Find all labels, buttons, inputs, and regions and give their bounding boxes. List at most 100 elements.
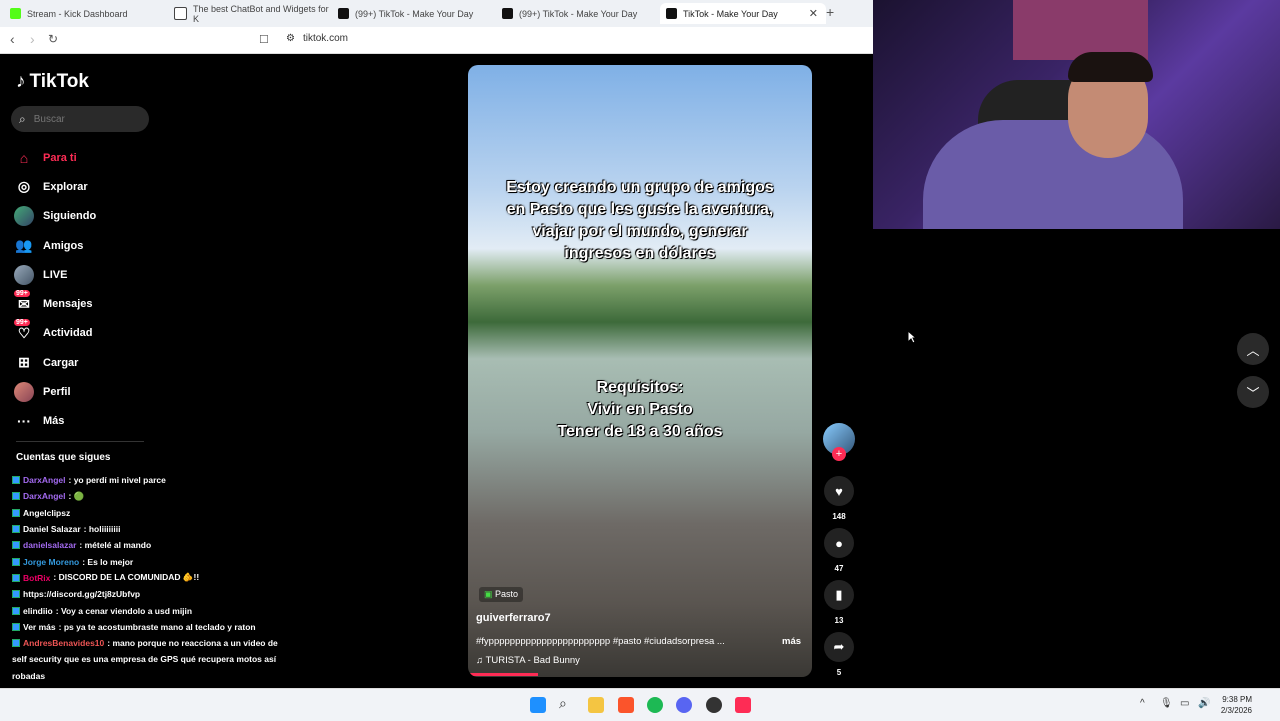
brave-browser-icon[interactable] <box>618 697 634 713</box>
like-count: 148 <box>832 512 846 521</box>
browser-tab[interactable]: (99+) TikTok - Make Your Day <box>498 3 662 24</box>
sidebar-item-mensajes[interactable]: ✉ 99+ Mensajes <box>14 289 154 318</box>
url-text: tiktok.com <box>302 33 348 44</box>
share-count: 5 <box>836 668 842 677</box>
chat-badge-icon <box>12 573 20 582</box>
heart-icon[interactable]: ♥ <box>824 476 854 506</box>
video-player[interactable]: Estoy creando un grupo de amigos en Past… <box>468 65 812 677</box>
tab-label: The best ChatBot and Widgets for K <box>193 3 329 24</box>
chevron-up-icon: ︿ <box>1246 342 1260 358</box>
search-box[interactable]: ⌕ <box>11 106 149 132</box>
chat-message: elindiio : Voy a cenar viendolo a usd mi… <box>12 602 312 618</box>
chat-message: Jorge Moreno : Es lo mejor <box>12 553 312 569</box>
chat-message: Angelclipsz <box>12 505 312 521</box>
music-note-icon: ♫ <box>476 655 484 666</box>
tiktok-logo[interactable]: ♪ TikTok <box>16 71 89 93</box>
tiktok-icon <box>666 8 677 19</box>
sidebar-item-siguiendo[interactable]: Siguiendo <box>14 202 154 231</box>
tab-label: Stream - Kick Dashboard <box>27 8 128 19</box>
back-icon[interactable]: ‹ <box>10 31 15 47</box>
creator-avatar[interactable]: + <box>823 423 855 461</box>
tiktok-icon <box>502 8 513 19</box>
previous-video-button[interactable]: ︿ <box>1237 333 1269 365</box>
microphone-icon[interactable]: 🎙 <box>1160 698 1173 709</box>
follow-plus-icon[interactable]: + <box>832 447 846 461</box>
forward-icon[interactable]: › <box>30 31 35 47</box>
address-bar[interactable]: ⚙ tiktok.com <box>286 33 348 44</box>
video-actions: + <box>822 423 856 461</box>
sidebar-item-amigos[interactable]: 👥 Amigos <box>14 231 154 260</box>
more-link[interactable]: más <box>782 636 801 647</box>
browser-tab[interactable]: (99+) TikTok - Make Your Day <box>334 3 498 24</box>
like-action: ♥ 148 <box>822 476 856 521</box>
home-icon: ⌂ <box>19 149 29 166</box>
chat-message: https://discord.gg/2tj8zUbfvp <box>12 586 312 602</box>
volume-icon[interactable]: 🔊 <box>1198 698 1210 709</box>
chat-badge-icon <box>12 525 20 534</box>
file-explorer-icon[interactable] <box>588 697 604 713</box>
tab-label: TikTok - Make Your Day <box>683 8 778 19</box>
location-tag[interactable]: ▣ Pasto <box>479 587 524 602</box>
chat-message: Ver más : ps ya te acostumbraste mano al… <box>12 619 312 635</box>
windows-start-icon[interactable] <box>530 697 546 713</box>
browser-nav-bar: ‹ › ↻ ☐ ⚙ tiktok.com <box>0 27 873 54</box>
notification-badge: 99+ <box>14 319 30 327</box>
chat-message: Daniel Salazar : holiiiiiiii <box>12 521 312 537</box>
share-icon[interactable]: ➦ <box>824 632 854 662</box>
share-action: ➦ 5 <box>822 632 856 677</box>
obs-icon[interactable] <box>706 697 722 713</box>
tab-label: (99+) TikTok - Make Your Day <box>519 8 638 19</box>
chevron-up-icon[interactable]: ^ <box>1140 698 1145 709</box>
next-video-button[interactable]: ﹀ <box>1237 376 1269 408</box>
close-tab-icon[interactable]: ✕ <box>809 7 818 20</box>
system-clock[interactable]: 9:38 PM 2/3/2026 <box>1218 694 1252 716</box>
sidebar-item-para-ti[interactable]: ⌂ Para ti <box>14 143 154 172</box>
network-icon[interactable]: ▭ <box>1180 698 1189 709</box>
sidebar-item-cargar[interactable]: ⊞ Cargar <box>14 348 154 377</box>
site-info-icon[interactable]: ⚙ <box>286 33 295 44</box>
chat-badge-icon <box>12 541 20 550</box>
activity-icon: ♡ 99+ <box>14 319 31 341</box>
background-monitor <box>1013 0 1148 60</box>
more-icon: ··· <box>17 413 31 430</box>
chat-message: DarxAngel: yo perdí mi nivel parce <box>12 472 312 488</box>
save-action: ▮ 13 <box>822 580 856 625</box>
streamer-hair <box>1068 52 1153 82</box>
bookmark-icon[interactable]: ▮ <box>824 580 854 610</box>
sidebar-item-actividad[interactable]: ♡ 99+ Actividad <box>14 319 154 348</box>
browser-tab-active[interactable]: TikTok - Make Your Day ✕ <box>660 3 826 24</box>
sidebar-item-live[interactable]: LIVE <box>14 260 154 289</box>
browser-tab[interactable]: The best ChatBot and Widgets for K <box>170 3 334 24</box>
divider <box>16 441 144 442</box>
video-caption-bottom: Requisitos: Vivir en Pasto Tener de 18 a… <box>557 379 723 440</box>
chat-message: AndresBenavides10 : mano porque no reacc… <box>12 635 312 651</box>
streamer-body <box>923 120 1183 229</box>
sidebar-item-mas[interactable]: ··· Más <box>14 407 154 436</box>
chat-message: self security que es una empresa de GPS … <box>12 654 277 665</box>
messages-icon: ✉ 99+ <box>14 290 30 312</box>
video-progress-bar[interactable] <box>468 673 538 676</box>
browser-tab[interactable]: Stream - Kick Dashboard <box>6 3 170 24</box>
discord-icon[interactable] <box>676 697 692 713</box>
music-info[interactable]: ♫ TURISTA - Bad Bunny <box>476 655 580 666</box>
search-input[interactable] <box>31 112 136 126</box>
notification-badge: 99+ <box>14 290 30 298</box>
sidebar-item-explorar[interactable]: ◎ Explorar <box>14 172 154 201</box>
comment-icon[interactable]: ● <box>824 528 854 558</box>
bookmark-icon[interactable]: ☐ <box>259 33 269 46</box>
compass-icon: ◎ <box>17 178 31 195</box>
friends-icon: 👥 <box>15 237 33 254</box>
chevron-down-icon: ﹀ <box>1246 385 1260 401</box>
tiktok-app-icon[interactable] <box>735 697 751 713</box>
chat-badge-icon <box>12 590 20 599</box>
search-icon[interactable]: ⌕ <box>559 695 575 711</box>
chat-badge-icon <box>12 508 20 517</box>
kick-icon <box>10 8 21 19</box>
windows-taskbar: ⌕ ^ 🎙 ▭ 🔊 9:38 PM 2/3/2026 <box>0 688 1280 721</box>
browser-tab-bar: Stream - Kick Dashboard The best ChatBot… <box>0 0 873 27</box>
sidebar-item-perfil[interactable]: Perfil <box>14 377 154 406</box>
reload-icon[interactable]: ↻ <box>48 32 58 46</box>
spotify-icon[interactable] <box>647 697 663 713</box>
new-tab-button[interactable]: + <box>826 4 834 20</box>
author-name[interactable]: guiverferraro7 <box>476 612 551 624</box>
